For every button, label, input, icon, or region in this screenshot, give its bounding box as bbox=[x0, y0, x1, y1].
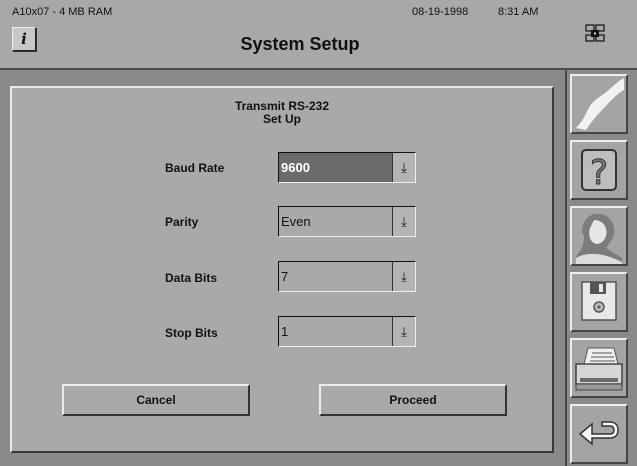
cancel-button[interactable]: Cancel bbox=[62, 384, 250, 416]
panel-title-line2: Set Up bbox=[262, 112, 301, 126]
data-bits-label: Data Bits bbox=[165, 271, 218, 285]
baud-rate-value: 9600 bbox=[279, 153, 393, 182]
proceed-button[interactable]: Proceed bbox=[319, 384, 507, 416]
floppy-disk-icon bbox=[581, 281, 617, 321]
parity-label: Parity bbox=[165, 215, 199, 229]
parity-value: Even bbox=[279, 207, 393, 236]
printer-icon bbox=[575, 347, 623, 391]
baud-rate-label: Baud Rate bbox=[165, 161, 225, 175]
page-title: System Setup bbox=[0, 34, 600, 55]
system-info: A10x07 - 4 MB RAM bbox=[12, 6, 113, 18]
right-toolbar: ? bbox=[565, 70, 637, 466]
stop-bits-value: 1 bbox=[279, 317, 393, 346]
return-arrow-icon bbox=[578, 421, 619, 446]
dropdown-arrow-icon[interactable]: ⤓ bbox=[393, 207, 415, 236]
data-bits-value: 7 bbox=[279, 262, 393, 291]
header-bar: A10x07 - 4 MB RAM 08-19-1998 8:31 AM i S… bbox=[0, 0, 637, 70]
return-button[interactable] bbox=[570, 404, 628, 464]
stop-bits-dropdown[interactable]: 1 ⤓ bbox=[278, 316, 416, 347]
baud-rate-dropdown[interactable]: 9600 ⤓ bbox=[278, 152, 416, 183]
date-display: 08-19-1998 bbox=[412, 6, 469, 18]
dropdown-arrow-icon[interactable]: ⤓ bbox=[393, 262, 415, 291]
data-bits-dropdown[interactable]: 7 ⤓ bbox=[278, 261, 416, 292]
print-button[interactable] bbox=[570, 338, 628, 398]
help-button[interactable]: ? bbox=[570, 140, 628, 200]
stop-bits-label: Stop Bits bbox=[165, 326, 218, 340]
save-button[interactable] bbox=[570, 272, 628, 332]
page-title-text: System Setup bbox=[240, 34, 360, 54]
parity-dropdown[interactable]: Even ⤓ bbox=[278, 206, 416, 237]
operator-button[interactable] bbox=[570, 206, 628, 266]
curve-icon bbox=[576, 78, 624, 130]
help-icon: ? bbox=[581, 149, 617, 194]
operator-icon bbox=[576, 213, 622, 264]
svg-text:?: ? bbox=[590, 153, 608, 193]
time-display: 8:31 AM bbox=[498, 6, 539, 18]
dropdown-arrow-icon[interactable]: ⤓ bbox=[393, 317, 415, 346]
dropdown-arrow-icon[interactable]: ⤓ bbox=[393, 153, 415, 182]
curve-tool-button[interactable] bbox=[570, 74, 628, 134]
network-lock-icon bbox=[585, 24, 605, 42]
rs232-setup-panel: Transmit RS-232 Set Up Baud Rate 9600 ⤓ … bbox=[10, 86, 554, 453]
panel-title: Transmit RS-232 Set Up bbox=[12, 100, 552, 126]
